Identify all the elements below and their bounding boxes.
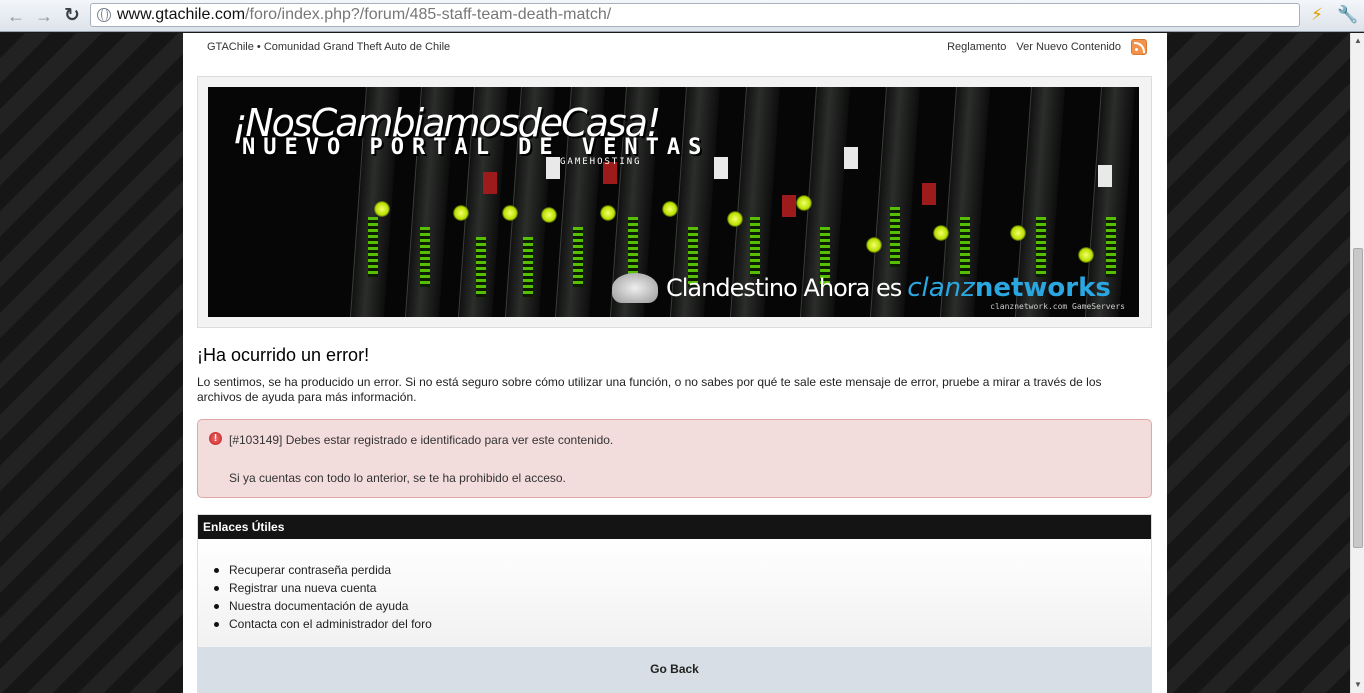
globe-icon bbox=[97, 8, 111, 22]
site-title[interactable]: GTAChile • Comunidad Grand Theft Auto de… bbox=[207, 41, 450, 53]
error-description: Lo sentimos, se ha producido un error. S… bbox=[197, 375, 1102, 404]
banner-tag: GAMEHOSTING bbox=[560, 157, 642, 167]
address-bar[interactable]: www.gtachile.com/foro/index.php?/forum/4… bbox=[90, 3, 1300, 27]
error-icon: ! bbox=[209, 432, 222, 445]
banner-bottom-line: Clandestino Ahora es clanz networks bbox=[612, 273, 1111, 303]
banner-small-text: clanznetwork.com GameServers bbox=[990, 302, 1125, 311]
banner-frame: ¡NosCambiamosdeCasa! NUEVO PORTAL DE VEN… bbox=[197, 76, 1152, 328]
useful-links-panel: Enlaces Útiles Recuperar contraseña perd… bbox=[197, 514, 1152, 693]
error-title: ¡Ha ocurrido un error! bbox=[197, 345, 370, 365]
header-links: Reglamento Ver Nuevo Contenido bbox=[937, 39, 1147, 55]
page-scrollbar[interactable]: ▲ ▼ bbox=[1350, 33, 1364, 693]
link-register-account[interactable]: Registrar una nueva cuenta bbox=[214, 579, 1151, 597]
rss-icon[interactable] bbox=[1131, 39, 1147, 55]
scroll-up-icon[interactable]: ▲ bbox=[1353, 36, 1363, 46]
forward-arrow-icon[interactable]: → bbox=[32, 4, 56, 28]
link-contact-admin[interactable]: Contacta con el administrador del foro bbox=[214, 615, 1151, 633]
scroll-down-icon[interactable]: ▼ bbox=[1353, 680, 1363, 690]
url-path: /foro/index.php?/forum/485-staff-team-de… bbox=[245, 6, 612, 23]
useful-links-list: Recuperar contraseña perdida Registrar u… bbox=[198, 539, 1151, 647]
error-message-secondary: Si ya cuentas con todo lo anterior, se t… bbox=[229, 471, 566, 485]
link-recover-password[interactable]: Recuperar contraseña perdida bbox=[214, 561, 1151, 579]
go-back-button[interactable]: Go Back bbox=[198, 647, 1151, 693]
reload-icon[interactable]: ↻ bbox=[60, 4, 84, 28]
link-ver-nuevo-contenido[interactable]: Ver Nuevo Contenido bbox=[1016, 41, 1121, 53]
brand-clanz: clanz bbox=[907, 273, 975, 303]
scroll-thumb[interactable] bbox=[1353, 248, 1363, 548]
useful-links-title: Enlaces Útiles bbox=[198, 515, 1151, 539]
link-help-docs[interactable]: Nuestra documentación de ayuda bbox=[214, 597, 1151, 615]
wrench-icon[interactable]: 🔧 bbox=[1337, 5, 1358, 25]
banner-bottom-text: Clandestino Ahora es bbox=[666, 274, 902, 302]
error-message-box: ! [#103149] Debes estar registrado e ide… bbox=[197, 419, 1152, 498]
forum-content: GTAChile • Comunidad Grand Theft Auto de… bbox=[183, 33, 1167, 693]
error-message: [#103149] Debes estar registrado e ident… bbox=[229, 433, 614, 447]
brand-networks: networks bbox=[974, 273, 1111, 303]
url-host: www.gtachile.com bbox=[117, 6, 246, 23]
browser-toolbar: ← → ↻ www.gtachile.com/foro/index.php?/f… bbox=[0, 0, 1364, 32]
back-arrow-icon[interactable]: ← bbox=[4, 4, 28, 28]
lightning-extension-icon[interactable]: ⚡ bbox=[1307, 5, 1327, 25]
link-reglamento[interactable]: Reglamento bbox=[947, 41, 1006, 53]
hat-logo-icon bbox=[612, 273, 658, 303]
banner-image[interactable]: ¡NosCambiamosdeCasa! NUEVO PORTAL DE VEN… bbox=[208, 87, 1139, 317]
